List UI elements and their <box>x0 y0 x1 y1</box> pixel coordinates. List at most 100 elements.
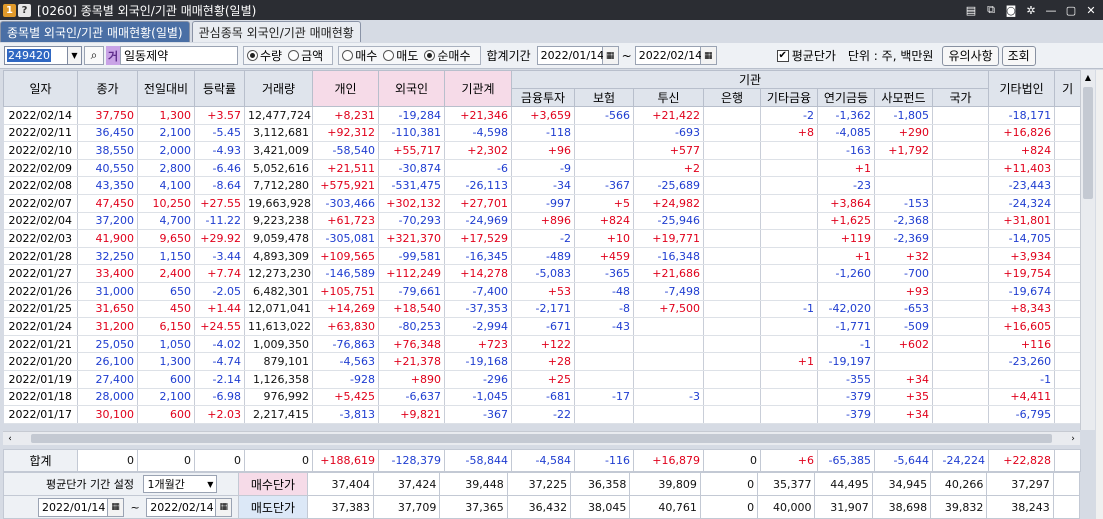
table-row[interactable]: 2022/01/25 31,650 450 +1.44 12,071,041 +14,26… <box>3 300 1082 319</box>
radio-net-buy[interactable]: 순매수 <box>424 47 471 64</box>
layout-icon[interactable]: ▤ <box>963 2 979 18</box>
search-icon[interactable]: ⌕ <box>84 46 104 65</box>
table-row[interactable]: 2022/01/20 26,100 1,300 -4.74 879,101 -4,563 +… <box>3 352 1082 371</box>
col-private-fund[interactable]: 사모펀드 <box>874 88 933 107</box>
radio-quantity[interactable]: 수량 <box>247 47 282 64</box>
cell-rate: +29.92 <box>194 229 245 248</box>
minimize-icon[interactable]: — <box>1043 2 1059 18</box>
avg-period-select[interactable]: 1개월간 ▼ <box>143 475 218 493</box>
chevron-down-icon[interactable]: ▼ <box>68 46 82 65</box>
radio-amount[interactable]: 금액 <box>288 47 323 64</box>
cell-foreign: +9,821 <box>378 405 445 424</box>
col-date[interactable]: 일자 <box>3 70 78 107</box>
total-cell-change: 0 <box>137 449 195 472</box>
scroll-left-icon[interactable]: ‹ <box>3 434 17 444</box>
settings-icon[interactable]: ✲ <box>1023 2 1039 18</box>
cell-volume: 2,217,415 <box>244 405 313 424</box>
cell-bank <box>703 405 761 424</box>
close-icon[interactable]: ✕ <box>1083 2 1099 18</box>
date-to-input[interactable]: 2022/02/14 <box>634 46 702 65</box>
table-row[interactable]: 2022/01/19 27,400 600 -2.14 1,126,358 -928 +89… <box>3 370 1082 389</box>
col-nation[interactable]: 국가 <box>931 88 990 107</box>
table-row[interactable]: 2022/02/08 43,350 4,100 -8.64 7,712,280 +575,… <box>3 176 1082 195</box>
radio-buy[interactable]: 매수 <box>342 47 377 64</box>
cell-pension: +1 <box>817 159 875 178</box>
table-row[interactable]: 2022/01/26 31,000 650 -2.05 6,482,301 +105,75… <box>3 282 1082 301</box>
table-header: 일자 종가 전일대비 등락률 거래량 개인 외국인 기관계 기관 기타법인 기 … <box>3 70 1082 107</box>
cell-change: 2,100 <box>137 388 195 407</box>
radio-sell[interactable]: 매도 <box>383 47 418 64</box>
horizontal-scrollbar[interactable]: ‹ › <box>3 431 1080 445</box>
cell-date: 2022/01/19 <box>3 370 78 389</box>
col-financial-invest[interactable]: 금융투자 <box>511 88 575 107</box>
col-other[interactable]: 기 <box>1054 70 1082 107</box>
cell-foreign: +890 <box>378 370 445 389</box>
camera-icon[interactable]: ◙ <box>1003 2 1019 18</box>
col-rate[interactable]: 등락률 <box>194 70 245 107</box>
table-row[interactable]: 2022/02/10 38,550 2,000 -4.93 3,421,009 -58,5… <box>3 141 1082 160</box>
cell-nation <box>932 229 990 248</box>
table-row[interactable]: 2022/01/21 25,050 1,050 -4.02 1,009,350 -76,8… <box>3 335 1082 354</box>
scroll-right-icon[interactable]: › <box>1066 434 1080 444</box>
cell-other <box>1054 106 1082 125</box>
scroll-thumb[interactable] <box>31 434 1052 443</box>
help-icon[interactable]: ? <box>18 3 31 17</box>
col-bank[interactable]: 은행 <box>703 88 761 107</box>
avg-date-from-input[interactable]: 2022/01/14 <box>38 497 108 517</box>
cell-pension: +1,625 <box>817 212 875 231</box>
col-close[interactable]: 종가 <box>77 70 138 107</box>
avg-date-cell: 2022/01/14 ▦ ~ 2022/02/14 ▦ <box>2 495 240 519</box>
cell-other-finance <box>760 229 818 248</box>
col-foreign[interactable]: 외국인 <box>378 70 445 107</box>
cell-individual: +5,425 <box>312 388 379 407</box>
col-other-corp[interactable]: 기타법인 <box>988 70 1056 107</box>
table-row[interactable]: 2022/02/11 36,450 2,100 -5.45 3,112,681 +92,3… <box>3 124 1082 143</box>
check-icon: ✔ <box>776 49 789 62</box>
table-row[interactable]: 2022/02/09 40,550 2,800 -6.46 5,052,616 +21,5… <box>3 159 1082 178</box>
calendar-icon[interactable]: ▦ <box>700 46 717 65</box>
col-volume[interactable]: 거래량 <box>244 70 313 107</box>
avg-price-checkbox[interactable]: ✔ 평균단가 <box>776 47 836 64</box>
cell-trust: +577 <box>633 141 704 160</box>
avg-date-to-input[interactable]: 2022/02/14 <box>146 497 217 517</box>
col-group-institution: 기관 <box>510 70 990 89</box>
scroll-up-icon[interactable]: ▲ <box>1081 70 1095 85</box>
tab-stock-daily[interactable]: 종목별 외국인/기관 매매현황(일별) <box>0 21 190 42</box>
col-pension[interactable]: 연기금등 <box>817 88 875 107</box>
table-row[interactable]: 2022/02/03 41,900 9,650 +29.92 9,059,478 -305… <box>3 229 1082 248</box>
scroll-thumb[interactable] <box>1083 87 1093 199</box>
table-row[interactable]: 2022/01/17 30,100 600 +2.03 2,217,415 -3,813 +… <box>3 405 1082 424</box>
col-change[interactable]: 전일대비 <box>137 70 195 107</box>
calendar-icon[interactable]: ▦ <box>602 46 619 65</box>
stock-name-field: 일동제약 <box>120 46 238 65</box>
notice-button[interactable]: 유의사항 <box>942 45 999 66</box>
calendar-icon[interactable]: ▦ <box>216 497 233 517</box>
window-badge[interactable]: 1 <box>3 3 16 17</box>
cell-rate: -5.45 <box>194 124 245 143</box>
query-button[interactable]: 조회 <box>1001 45 1036 66</box>
cell-rate: +3.57 <box>194 106 245 125</box>
col-insurance[interactable]: 보험 <box>574 88 634 107</box>
table-row[interactable]: 2022/01/18 28,000 2,100 -6.98 976,992 +5,425-… <box>3 388 1082 407</box>
col-individual[interactable]: 개인 <box>312 70 379 107</box>
date-from-input[interactable]: 2022/01/14 <box>536 46 604 65</box>
cell-volume: 19,663,928 <box>244 194 313 213</box>
vertical-scrollbar[interactable]: ▲ <box>1080 70 1095 430</box>
cell-other-corp: +824 <box>988 141 1056 160</box>
cell-date: 2022/01/21 <box>3 335 78 354</box>
calendar-icon[interactable]: ▦ <box>108 497 124 517</box>
copy-icon[interactable]: ⧉ <box>983 2 999 18</box>
col-institution-total[interactable]: 기관계 <box>444 70 512 107</box>
col-trust[interactable]: 투신 <box>633 88 704 107</box>
table-row[interactable]: 2022/01/24 31,200 6,150 +24.55 11,613,022 +63… <box>3 317 1082 336</box>
table-row[interactable]: 2022/02/04 37,200 4,700 -11.22 9,223,238 +61,… <box>3 212 1082 231</box>
restore-icon[interactable]: ▢ <box>1063 2 1079 18</box>
table-row[interactable]: 2022/02/14 37,750 1,300 +3.57 12,477,724 +8,2… <box>3 106 1082 125</box>
tab-watchlist[interactable]: 관심종목 외국인/기관 매매현황 <box>191 21 361 42</box>
stock-code-input[interactable]: 249420 <box>4 46 68 65</box>
table-row[interactable]: 2022/01/27 33,400 2,400 +7.74 12,273,230 -146… <box>3 264 1082 283</box>
table-row[interactable]: 2022/01/28 32,250 1,150 -3.44 4,893,309 +109,… <box>3 247 1082 266</box>
table-row[interactable]: 2022/02/07 47,450 10,250 +27.55 19,663,928 -3… <box>3 194 1082 213</box>
col-other-finance[interactable]: 기타금융 <box>760 88 818 107</box>
cell-volume: 1,126,358 <box>244 370 313 389</box>
